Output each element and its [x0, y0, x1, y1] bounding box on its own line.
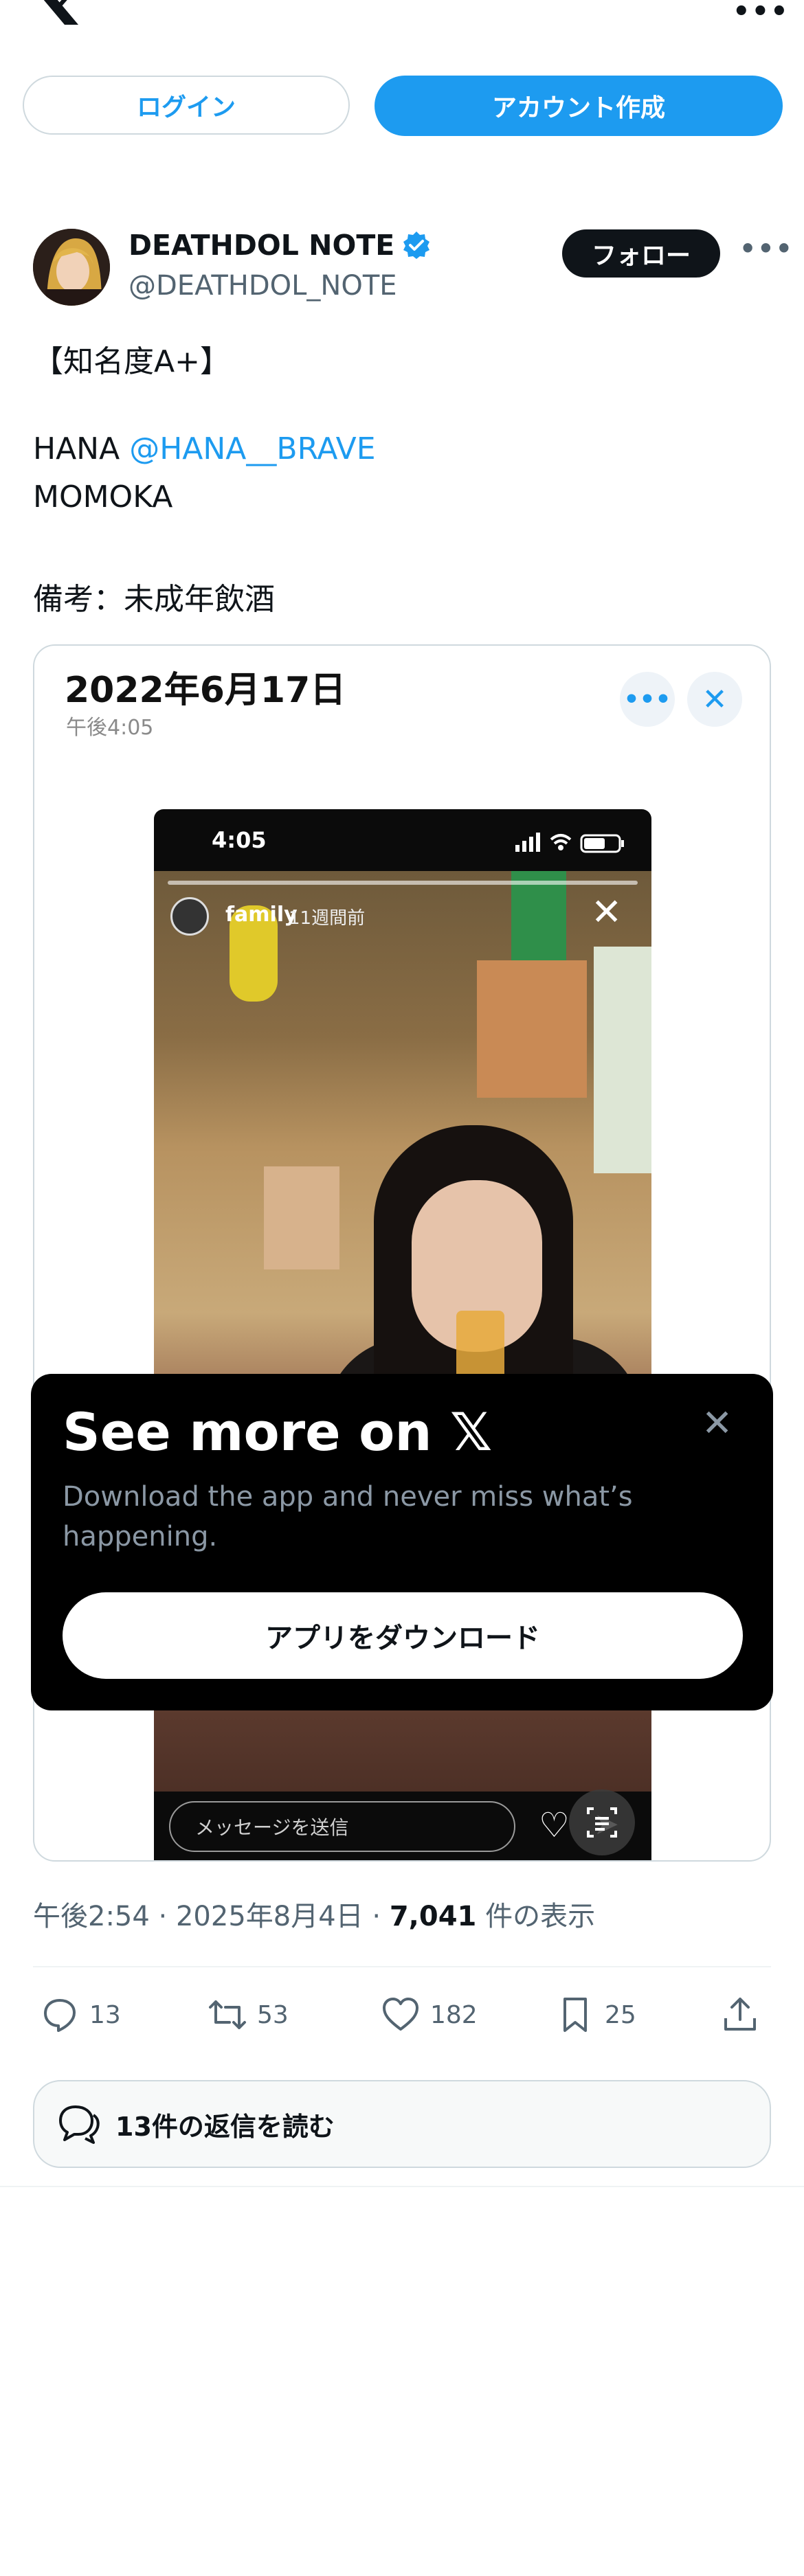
like-count: 182 [430, 2000, 478, 2029]
post-date[interactable]: 2025年8月4日 [176, 1901, 364, 1932]
more-horizontal-icon[interactable]: ••• [733, 0, 790, 27]
reply-button[interactable]: 13 [40, 1985, 121, 2044]
login-button[interactable]: ログイン [23, 76, 350, 135]
verified-badge-icon [403, 231, 430, 259]
status-bar-icons [515, 833, 624, 853]
post-text-segment: HANA [33, 431, 130, 466]
divider [0, 2186, 804, 2187]
follow-button[interactable]: フォロー [562, 229, 720, 278]
screenshot-close-icon: ✕ [687, 672, 742, 727]
author-handle[interactable]: @DEATHDOL_NOTE [129, 270, 397, 302]
like-button[interactable]: 182 [381, 1985, 478, 2044]
story-avatar [170, 897, 209, 936]
screenshot-time: 午後4:05 [66, 716, 154, 740]
post-time[interactable]: 午後2:54 [33, 1901, 150, 1932]
screenshot-more-icon: ••• [620, 672, 675, 727]
post-more-icon[interactable]: ••• [739, 234, 794, 264]
action-bar: 13 53 182 25 [33, 1985, 771, 2044]
reply-icon [44, 1999, 76, 2032]
post-text-line: 【知名度A+】 [33, 344, 230, 379]
overlay-description: Download the app and never miss what’s h… [63, 1481, 633, 1552]
story-age: 11週間前 [289, 908, 366, 929]
heart-icon: ♡ [539, 1805, 570, 1845]
post-text-line: 備考：未成年飲酒 [33, 582, 275, 617]
story-username: family [225, 903, 298, 927]
avatar[interactable] [33, 229, 110, 306]
download-app-button[interactable]: アプリをダウンロード [63, 1592, 743, 1679]
meta-separator: · [149, 1901, 176, 1932]
read-replies-label: 13件の返信を読む [115, 2111, 335, 2142]
post-text-line: MOMOKA [33, 479, 173, 515]
phone-time: 4:05 [212, 827, 267, 853]
x-logo-icon[interactable] [33, 0, 81, 25]
heart-icon [383, 1998, 418, 2031]
story-close-icon: ✕ [591, 890, 623, 934]
share-button[interactable] [720, 1985, 770, 2044]
chat-bubbles-icon [59, 2105, 100, 2144]
repost-button[interactable]: 53 [208, 1985, 289, 2044]
close-icon[interactable]: ✕ [702, 1401, 733, 1445]
screenshot-date: 2022年6月17日 [65, 670, 346, 711]
wall-poster [477, 960, 587, 1098]
post-meta: 午後2:54 · 2025年8月4日 · 7,041 件の表示 [33, 1894, 595, 1934]
bookmark-count: 25 [605, 2000, 636, 2029]
divider [33, 1966, 771, 1967]
author-name-row[interactable]: DEATHDOL NOTE [129, 229, 432, 262]
bookmark-button[interactable]: 25 [555, 1985, 636, 2044]
views-count: 7,041 [389, 1901, 477, 1932]
views-label: 件の表示 [485, 1901, 596, 1932]
reply-count: 13 [89, 2000, 121, 2029]
read-replies-button[interactable]: 13件の返信を読む [33, 2080, 771, 2168]
bookmark-icon [563, 1998, 587, 2032]
see-more-overlay: See more on 𝕏 ✕ Download the app and nev… [31, 1374, 773, 1710]
text-scan-icon[interactable] [569, 1789, 635, 1855]
share-icon [724, 1998, 756, 2031]
meta-separator: · [363, 1901, 390, 1932]
mention-link[interactable]: @HANA__BRAVE [129, 431, 375, 466]
create-account-button[interactable]: アカウント作成 [375, 76, 783, 136]
post-text-line: HANA @HANA__BRAVE [33, 431, 376, 466]
story-progress-bar [168, 881, 638, 885]
repost-icon [209, 2000, 246, 2029]
author-name[interactable]: DEATHDOL NOTE [129, 229, 394, 262]
wall-poster [594, 947, 651, 1173]
overlay-title: See more on 𝕏 [63, 1401, 493, 1462]
story-message-input: メッセージを送信 [169, 1801, 515, 1852]
wall-poster [264, 1166, 339, 1269]
repost-count: 53 [257, 2000, 289, 2029]
